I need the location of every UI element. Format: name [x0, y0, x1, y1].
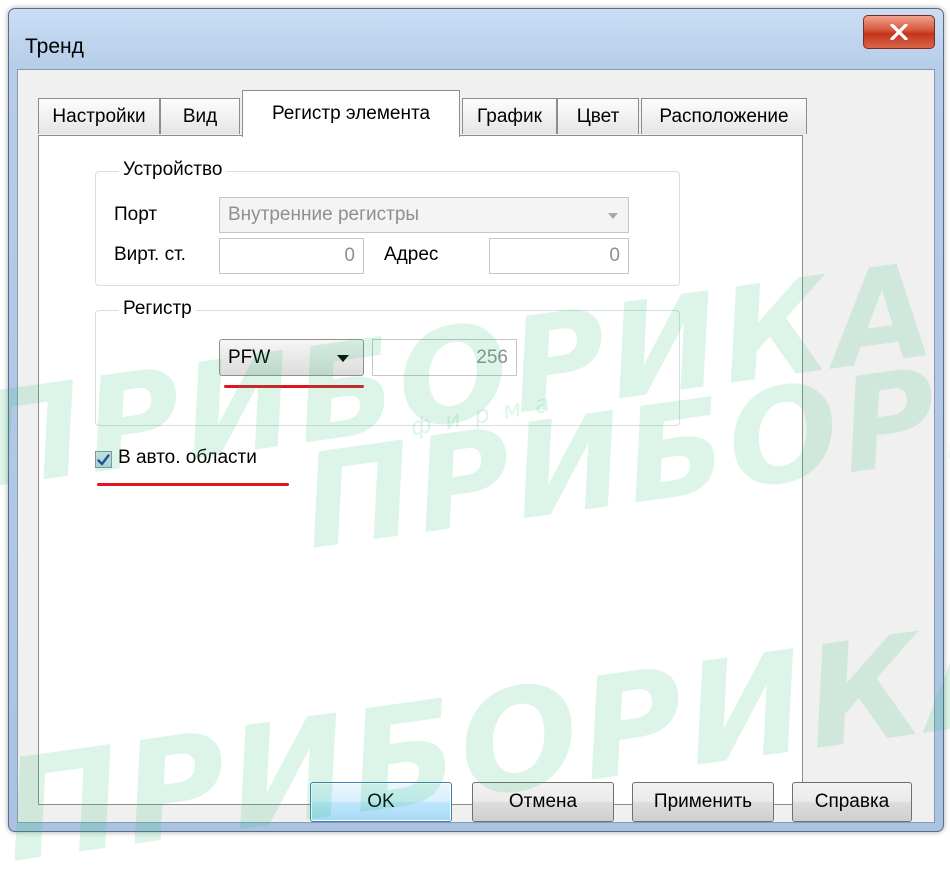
close-icon — [890, 24, 908, 40]
cancel-button-label: Отмена — [508, 791, 578, 812]
help-button[interactable]: Справка — [792, 782, 912, 822]
tab-location[interactable]: Расположение — [641, 98, 807, 134]
apply-button[interactable]: Применить — [632, 782, 774, 822]
device-group-legend: Устройство — [119, 159, 227, 181]
dialog-client: Настройки Вид Регистр элемента График Цв… — [17, 69, 935, 823]
address-label: Адрес — [384, 244, 439, 265]
address-field[interactable]: 0 — [489, 238, 629, 274]
tab-chart-label: График — [477, 105, 542, 127]
register-address-field[interactable]: 256 — [372, 339, 517, 376]
cancel-button[interactable]: Отмена — [472, 782, 614, 822]
chevron-down-icon — [608, 213, 618, 219]
tab-element-register[interactable]: Регистр элемента — [242, 90, 460, 137]
auto-area-label: В авто. области — [118, 447, 257, 468]
title-bar[interactable]: Тренд — [9, 9, 943, 69]
tab-view-label: Вид — [182, 105, 218, 127]
window-title: Тренд — [25, 35, 84, 58]
auto-area-highlight — [97, 483, 289, 486]
port-select-value: Внутренние регистры — [228, 204, 420, 225]
checkmark-icon — [97, 453, 110, 465]
tab-chart[interactable]: График — [462, 98, 557, 134]
help-button-label: Справка — [814, 791, 890, 812]
port-label: Порт — [114, 204, 158, 225]
tab-color-label: Цвет — [576, 105, 620, 127]
virt-station-label: Вирт. ст. — [114, 244, 186, 265]
virt-station-field[interactable]: 0 — [219, 238, 364, 274]
tab-panel: Устройство Порт Внутренние регистры Вирт… — [38, 135, 803, 805]
register-type-value: PFW — [228, 346, 271, 368]
tab-settings-label: Настройки — [52, 105, 146, 127]
ok-button[interactable]: OK — [310, 782, 452, 822]
register-address-value: 256 — [476, 346, 508, 368]
ok-button-label: OK — [367, 791, 395, 812]
virt-station-value: 0 — [344, 245, 355, 266]
tab-settings[interactable]: Настройки — [38, 98, 160, 134]
tab-location-label: Расположение — [659, 105, 789, 127]
tab-element-register-label: Регистр элемента — [271, 103, 431, 124]
tab-view[interactable]: Вид — [160, 98, 240, 134]
address-value: 0 — [609, 245, 620, 266]
auto-area-checkbox[interactable] — [95, 451, 112, 468]
port-select[interactable]: Внутренние регистры — [219, 197, 629, 233]
register-type-highlight — [224, 385, 364, 388]
dialog-window: Тренд Настройки Вид Регистр элемента Гра… — [8, 8, 944, 832]
register-group-legend: Регистр — [119, 298, 196, 320]
tab-color[interactable]: Цвет — [557, 98, 639, 134]
register-type-select[interactable]: PFW — [219, 339, 364, 376]
chevron-down-icon — [337, 355, 349, 362]
close-button[interactable] — [863, 15, 935, 49]
apply-button-label: Применить — [653, 791, 753, 812]
